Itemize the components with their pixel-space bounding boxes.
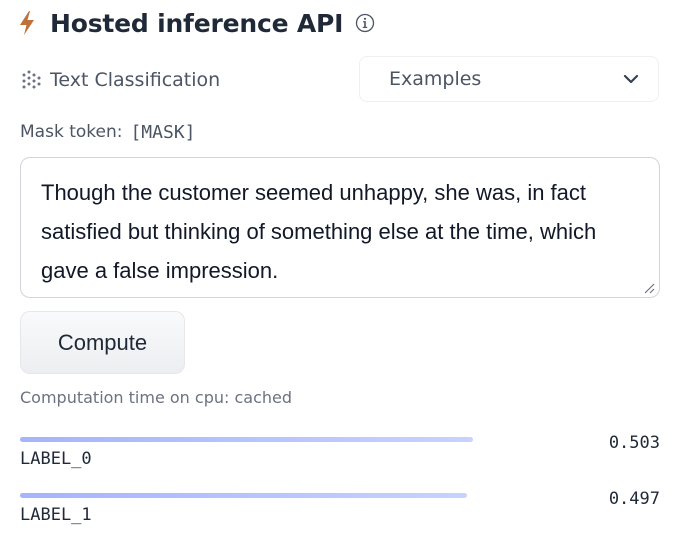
- result-label: LABEL_1: [20, 505, 92, 525]
- chevron-down-icon: [623, 74, 639, 84]
- result-label: LABEL_0: [20, 449, 92, 469]
- widget-header: Hosted inference API: [18, 6, 375, 40]
- task-label: Text Classification: [50, 69, 221, 91]
- mask-token-label: Mask token:: [20, 122, 123, 142]
- examples-label: Examples: [389, 68, 482, 90]
- text-classification-icon: [22, 70, 41, 89]
- task-type: Text Classification: [20, 60, 220, 100]
- compute-button[interactable]: Compute: [20, 311, 185, 374]
- lightning-icon: [20, 11, 34, 35]
- info-icon[interactable]: [355, 13, 375, 33]
- examples-dropdown[interactable]: Examples: [359, 56, 659, 102]
- result-score: 0.503: [608, 433, 660, 453]
- score-bar: [20, 493, 467, 498]
- widget-title: Hosted inference API: [50, 8, 344, 38]
- resize-handle-icon[interactable]: [643, 282, 655, 294]
- computation-time: Computation time on cpu: cached: [20, 388, 293, 407]
- result-score: 0.497: [608, 489, 660, 509]
- score-bar: [20, 437, 473, 442]
- mask-token-row: Mask token: [MASK]: [20, 118, 196, 146]
- result-row: LABEL_0 0.503: [20, 433, 660, 487]
- mask-token-value: [MASK]: [130, 121, 196, 143]
- input-textarea[interactable]: Though the customer seemed unhappy, she …: [20, 157, 660, 298]
